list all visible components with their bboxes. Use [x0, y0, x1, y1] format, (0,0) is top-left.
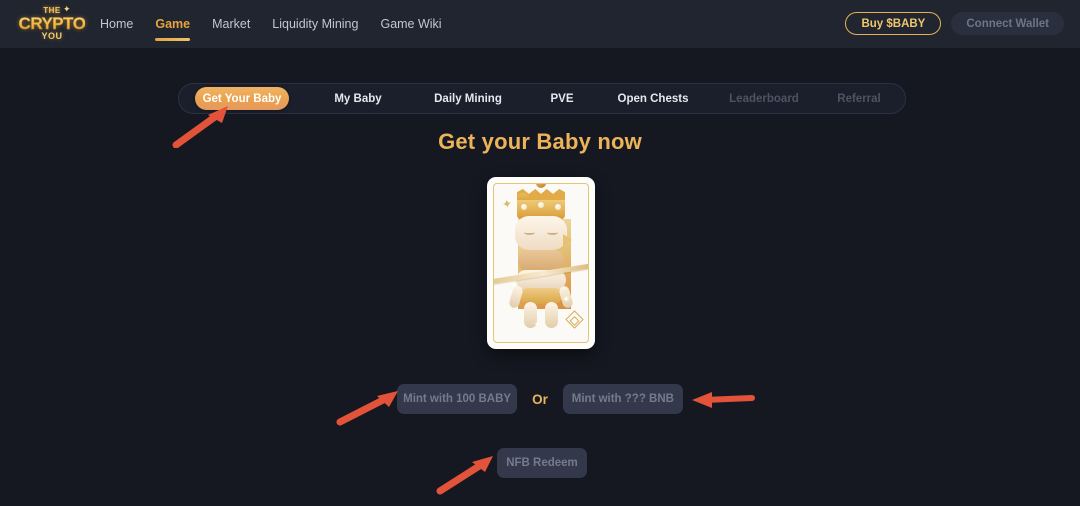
buy-baby-button[interactable]: Buy $BABY	[845, 12, 942, 35]
mint-with-bnb-button[interactable]: Mint with ??? BNB	[562, 384, 683, 414]
mint-with-baby-button[interactable]: Mint with 100 BABY	[397, 384, 518, 414]
nav-item-game[interactable]: Game	[155, 0, 190, 48]
site-header: THE CRYPTO YOU ✦ Home Game Market Liquid…	[0, 0, 1080, 48]
page-title: Get your Baby now	[438, 129, 642, 154]
or-label: Or	[532, 391, 548, 407]
tab-leaderboard[interactable]: Leaderboard	[727, 87, 801, 110]
nav-item-game-wiki[interactable]: Game Wiki	[380, 0, 441, 48]
main-navigation: Home Game Market Liquidity Mining Game W…	[100, 0, 464, 48]
card-inner-frame: ✦ ✦ ✦ ✦	[493, 183, 589, 343]
character-leg	[545, 302, 558, 328]
game-tab-bar: Get Your Baby My Baby Daily Mining PVE O…	[178, 83, 906, 114]
character-head	[515, 216, 567, 250]
crown-orb	[536, 184, 546, 188]
baby-nft-card[interactable]: ✦ ✦ ✦ ✦	[487, 177, 595, 349]
tab-daily-mining[interactable]: Daily Mining	[427, 87, 509, 110]
header-actions: Buy $BABY Connect Wallet	[845, 12, 1064, 35]
connect-wallet-button[interactable]: Connect Wallet	[951, 12, 1064, 35]
arrow-to-nfb-redeem-button	[436, 456, 493, 495]
tab-referral[interactable]: Referral	[831, 87, 887, 110]
bow-icon	[563, 234, 572, 246]
sparkle-icon: ✦	[63, 4, 71, 14]
nav-item-market[interactable]: Market	[212, 0, 250, 48]
baby-character-illustration: ✦ ✦ ✦	[508, 184, 574, 332]
mint-actions-row: Mint with 100 BABY Or Mint with ??? BNB	[0, 384, 1080, 414]
site-logo[interactable]: THE CRYPTO YOU ✦	[16, 2, 88, 46]
character-body-segment	[520, 288, 562, 304]
nfb-redeem-button[interactable]: NFB Redeem	[497, 448, 587, 478]
nav-item-liquidity-mining[interactable]: Liquidity Mining	[272, 0, 358, 48]
nav-item-home[interactable]: Home	[100, 0, 133, 48]
tab-open-chests[interactable]: Open Chests	[613, 87, 693, 110]
tab-pve[interactable]: PVE	[547, 87, 577, 110]
tab-get-your-baby[interactable]: Get Your Baby	[195, 87, 289, 110]
logo-line-you: YOU	[41, 31, 63, 41]
tab-my-baby[interactable]: My Baby	[325, 87, 391, 110]
logo-line-crypto: CRYPTO	[18, 14, 86, 33]
